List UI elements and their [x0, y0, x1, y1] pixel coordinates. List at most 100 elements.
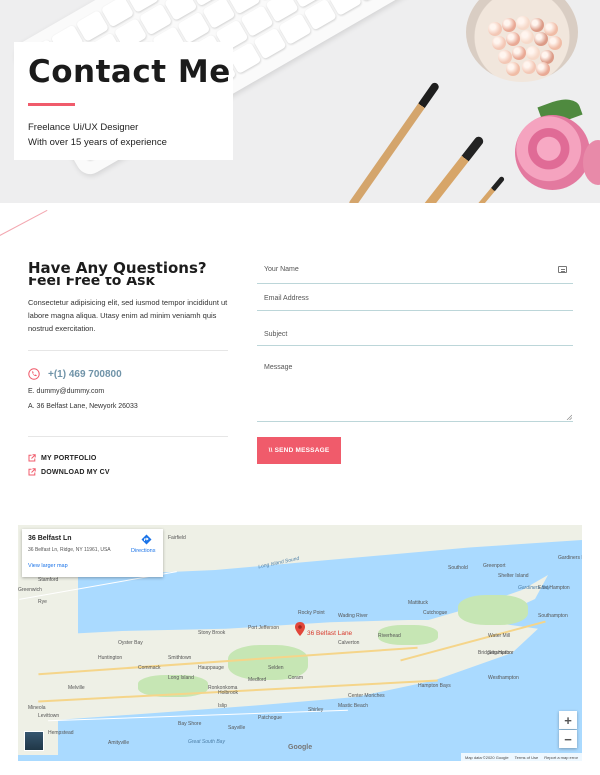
map-town-label: Sayville [228, 725, 246, 731]
map-town-label: Mineola [28, 705, 46, 711]
pearl-bead [502, 18, 516, 32]
map-town-label: Greenport [483, 563, 506, 569]
name-placeholder: Your Name [264, 266, 299, 273]
questions-subheading: Feel Free to Ask [28, 277, 228, 286]
map-town-label: Long Island [168, 675, 194, 681]
portfolio-link[interactable]: MY PORTFOLIO [28, 454, 97, 462]
map-town-label: Fairfield [168, 535, 186, 541]
questions-paragraph: Consectetur adipisicing elit, sed iusmod… [28, 298, 228, 333]
map-town-label: Center Moriches [348, 693, 385, 699]
hero-subtitle-line2: With over 15 years of experience [28, 137, 167, 148]
pearl-bead [548, 36, 562, 50]
map-embed[interactable]: FairfieldBridgeportStamfordGreenwichRyeH… [18, 525, 582, 761]
map-data-attribution: Map data ©2020 Google [464, 754, 509, 760]
message-field[interactable]: Message [257, 360, 573, 422]
map-water-label: Great South Bay [188, 739, 225, 745]
pearl-bead [506, 32, 520, 46]
phone-icon [28, 368, 40, 380]
map-town-label: Smithtown [168, 655, 192, 661]
name-field[interactable]: Your Name [257, 262, 573, 284]
download-cv-link[interactable]: DOWNLOAD MY CV [28, 468, 110, 476]
map-town-label: Hauppauge [198, 665, 224, 671]
divider [28, 350, 228, 351]
map-town-label: Hampton Bays [418, 683, 451, 689]
map-water-label: Gardiners Bay [518, 585, 550, 591]
directions-icon[interactable] [141, 534, 152, 545]
external-link-icon [28, 468, 36, 476]
map-park [458, 595, 528, 625]
pearl-bead [488, 22, 502, 36]
map-pin-icon[interactable] [295, 622, 305, 636]
map-town-label: Port Jefferson [248, 625, 280, 631]
zoom-out-button[interactable]: − [559, 730, 577, 748]
contact-card-icon [558, 266, 567, 273]
questions-heading: Have Any Questions? [28, 259, 207, 277]
directions-link[interactable]: Directions [131, 548, 155, 554]
map-town-label: Shirley [308, 707, 324, 713]
resize-handle-icon[interactable] [566, 414, 572, 420]
map-town-label: Levittown [38, 713, 60, 719]
map-town-label: Stamford [38, 577, 59, 583]
external-link-icon [28, 454, 36, 462]
email-text[interactable]: E. dummy@dummy.com [28, 388, 104, 395]
hero-subtitle-line1: Freelance Ui/UX Designer [28, 122, 139, 133]
map-info-card: 36 Belfast Ln 36 Belfast Ln, Ridge, NY 1… [22, 529, 163, 577]
portfolio-link-label: MY PORTFOLIO [41, 454, 97, 462]
title-card: Contact Me Freelance Ui/UX Designer With… [14, 42, 233, 160]
email-placeholder: Email Address [264, 295, 309, 302]
decorative-line [0, 209, 48, 238]
map-town-label: Bay Shore [178, 721, 202, 727]
map-town-label: Oyster Bay [118, 640, 143, 646]
subject-field[interactable]: Subject [257, 327, 573, 346]
makeup-brush-image [347, 81, 441, 203]
hero-banner: Contact Me Freelance Ui/UX Designer With… [0, 0, 600, 203]
map-town-label: Rocky Point [298, 610, 325, 616]
pearl-bead [520, 30, 534, 44]
map-town-label: Gardiners Island [558, 555, 582, 561]
pearl-bead [534, 32, 548, 46]
map-town-label: Greenwich [18, 587, 42, 593]
address-text: A. 36 Belfast Lane, Newyork 26033 [28, 403, 138, 410]
phone-link[interactable]: +(1) 469 700800 [48, 369, 122, 380]
email-field[interactable]: Email Address [257, 291, 573, 311]
map-town-label: Holbrook [218, 690, 239, 696]
map-town-label: Westhampton [488, 675, 519, 681]
map-town-label: Amityville [108, 740, 130, 746]
map-town-label: Southold [448, 565, 468, 571]
map-town-label: Selden [268, 665, 284, 671]
subject-placeholder: Subject [264, 331, 288, 338]
map-town-label: Sag Harbor [488, 650, 514, 656]
hero-subtitle: Freelance Ui/UX Designer With over 15 ye… [28, 120, 167, 150]
pearl-bead [516, 16, 530, 30]
download-cv-link-label: DOWNLOAD MY CV [41, 468, 110, 476]
pearl-bead [506, 62, 520, 76]
map-town-label: Melville [68, 685, 85, 691]
message-placeholder: Message [264, 364, 293, 371]
map-town-label: Cutchogue [423, 610, 448, 616]
zoom-in-button[interactable]: + [559, 711, 577, 729]
pearl-bead [536, 62, 550, 76]
pearl-bead [530, 18, 544, 32]
makeup-brush-image [449, 175, 506, 203]
google-logo: Google [288, 744, 313, 751]
map-town-label: Southampton [538, 613, 568, 619]
satellite-toggle[interactable] [24, 731, 44, 751]
pearl-bead [526, 46, 540, 60]
map-town-label: Calverton [338, 640, 360, 646]
map-town-label: Rye [38, 599, 47, 605]
rose-image [515, 115, 590, 190]
map-town-label: Riverhead [378, 633, 401, 639]
map-town-label: Patchogue [258, 715, 282, 721]
map-town-label: Mattituck [408, 600, 429, 606]
map-card-address: 36 Belfast Ln, Ridge, NY 11961, USA [28, 547, 111, 553]
phone-row: +(1) 469 700800 [28, 368, 122, 380]
questions-subheading-text: Feel Free to Ask [28, 277, 155, 286]
send-message-button[interactable]: \\ SEND MESSAGE [257, 437, 341, 464]
map-town-label: Wading River [338, 613, 368, 619]
pearl-bead [522, 60, 536, 74]
view-larger-map-link[interactable]: View larger map [28, 563, 68, 569]
report-error-link[interactable]: Report a map error [544, 755, 578, 760]
terms-link[interactable]: Terms of Use [515, 755, 539, 760]
divider [28, 436, 228, 437]
map-town-label: Commack [138, 665, 161, 671]
